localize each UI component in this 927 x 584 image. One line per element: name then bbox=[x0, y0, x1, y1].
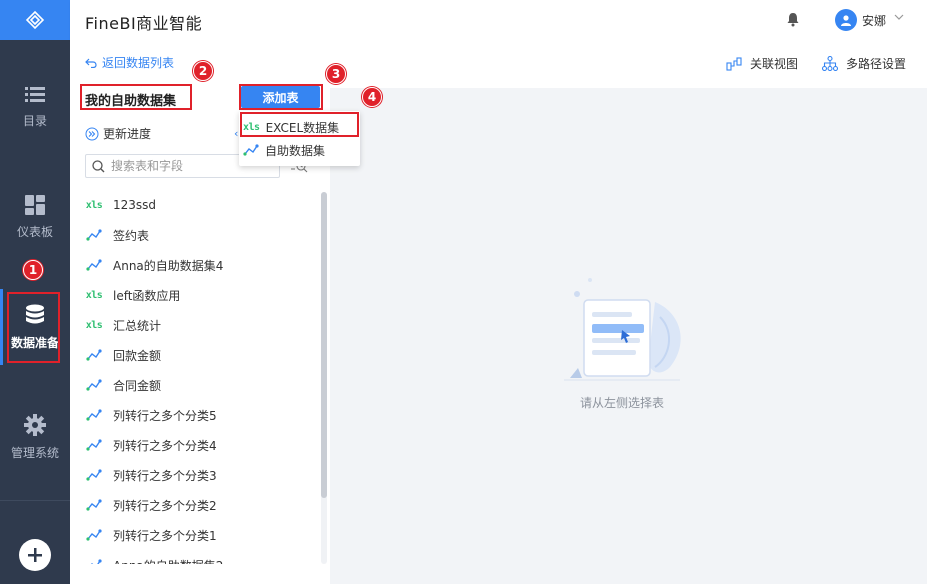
table-list-item[interactable]: xls left函数应用 bbox=[70, 280, 320, 310]
nav-label: 管理系统 bbox=[10, 446, 59, 460]
nav-label: 仪表板 bbox=[16, 225, 53, 239]
plus-icon bbox=[28, 548, 42, 562]
table-name: 列转行之多个分类3 bbox=[113, 468, 217, 483]
annotation-marker-1: 1 bbox=[23, 260, 43, 280]
update-progress-button[interactable]: 更新进度 bbox=[85, 125, 151, 142]
annotation-box-1 bbox=[7, 292, 60, 363]
double-chevron-icon bbox=[85, 127, 99, 140]
annotation-box-4 bbox=[240, 112, 359, 137]
annotation-box-2 bbox=[80, 84, 192, 110]
table-name: 123ssd bbox=[113, 198, 157, 212]
back-to-list-link[interactable]: 返回数据列表 bbox=[85, 54, 174, 71]
user-icon bbox=[841, 15, 851, 26]
selfhelp-dataset-icon bbox=[243, 144, 259, 156]
table-name: Anna的自助数据集2 bbox=[113, 557, 223, 565]
table-list-item[interactable]: xls 汇总统计 bbox=[70, 310, 320, 340]
selfhelp-dataset-icon bbox=[85, 499, 103, 511]
relation-view-icon bbox=[726, 56, 742, 71]
search-icon bbox=[92, 159, 105, 172]
relation-view-button[interactable]: 关联视图 bbox=[726, 55, 798, 72]
list-icon bbox=[25, 87, 45, 102]
table-list: xls 123ssd 签约表 Anna的自助数据集4 xls left函数应用 xls 汇总统… bbox=[70, 190, 320, 564]
table-name: 签约表 bbox=[113, 228, 150, 243]
selfhelp-dataset-icon bbox=[85, 529, 103, 541]
collapse-arrow-icon[interactable]: ‹ bbox=[234, 127, 238, 140]
chevron-down-icon[interactable] bbox=[894, 14, 904, 21]
add-button[interactable] bbox=[19, 539, 51, 571]
table-list-item[interactable]: 列转行之多个分类1 bbox=[70, 520, 320, 550]
empty-state-text: 请从左侧选择表 bbox=[580, 396, 665, 410]
xls-icon: xls bbox=[85, 289, 103, 301]
annotation-marker-3: 3 bbox=[326, 64, 346, 84]
table-name: 列转行之多个分类1 bbox=[113, 528, 217, 543]
selfhelp-dataset-icon bbox=[85, 469, 103, 481]
selfhelp-dataset-icon bbox=[85, 229, 103, 241]
dashboard-icon bbox=[25, 195, 45, 215]
table-list-item[interactable]: 签约表 bbox=[70, 220, 320, 250]
table-name: 汇总统计 bbox=[113, 318, 162, 333]
multipath-label: 多路径设置 bbox=[846, 57, 907, 71]
menu-item-selfhelp-dataset[interactable]: 自助数据集 bbox=[243, 139, 325, 161]
bell-icon[interactable] bbox=[786, 12, 800, 27]
table-list-item[interactable]: 列转行之多个分类5 bbox=[70, 400, 320, 430]
table-name: left函数应用 bbox=[113, 288, 181, 303]
scrollbar[interactable] bbox=[321, 192, 327, 498]
nav-divider bbox=[0, 500, 70, 501]
table-list-item[interactable]: 列转行之多个分类2 bbox=[70, 490, 320, 520]
annotation-box-3 bbox=[239, 84, 323, 110]
nav-item-catalog[interactable]: 目录 bbox=[0, 86, 70, 129]
selfhelp-dataset-icon bbox=[85, 349, 103, 361]
multipath-settings-button[interactable]: 多路径设置 bbox=[822, 55, 906, 72]
xls-icon: xls bbox=[85, 319, 103, 331]
selfhelp-dataset-icon bbox=[85, 259, 103, 271]
table-name: 回款金额 bbox=[113, 348, 162, 363]
annotation-marker-2: 2 bbox=[193, 61, 213, 81]
table-name: Anna的自助数据集4 bbox=[113, 258, 224, 273]
gear-icon bbox=[24, 414, 46, 436]
table-name: 列转行之多个分类5 bbox=[113, 408, 217, 423]
selfhelp-dataset-icon bbox=[85, 559, 103, 564]
undo-arrow-icon bbox=[85, 58, 97, 68]
app-title: FineBI商业智能 bbox=[85, 14, 203, 33]
table-name: 列转行之多个分类4 bbox=[113, 438, 217, 453]
relation-view-label: 关联视图 bbox=[750, 57, 799, 71]
table-list-item[interactable]: 列转行之多个分类3 bbox=[70, 460, 320, 490]
update-progress-label: 更新进度 bbox=[103, 127, 152, 141]
table-list-item[interactable]: 回款金额 bbox=[70, 340, 320, 370]
selfhelp-dataset-icon bbox=[85, 379, 103, 391]
empty-state-illustration bbox=[564, 278, 681, 381]
menu-item-label: 自助数据集 bbox=[265, 143, 326, 158]
app-logo[interactable] bbox=[0, 0, 70, 40]
xls-icon: xls bbox=[85, 199, 103, 211]
top-bar: FineBI商业智能 安娜 bbox=[70, 0, 927, 40]
table-list-item[interactable]: xls 123ssd bbox=[70, 190, 320, 220]
nav-label: 目录 bbox=[22, 114, 47, 128]
table-name: 列转行之多个分类2 bbox=[113, 498, 217, 513]
selfhelp-dataset-icon bbox=[85, 439, 103, 451]
table-list-item[interactable]: Anna的自助数据集4 bbox=[70, 250, 320, 280]
logo-icon bbox=[25, 10, 45, 30]
nav-item-dashboard[interactable]: 仪表板 bbox=[0, 195, 70, 240]
table-list-item[interactable]: Anna的自助数据集2 bbox=[70, 550, 320, 564]
annotation-marker-4: 4 bbox=[362, 87, 382, 107]
avatar[interactable] bbox=[835, 9, 857, 31]
nav-item-management[interactable]: 管理系统 bbox=[0, 414, 70, 461]
table-list-item[interactable]: 列转行之多个分类4 bbox=[70, 430, 320, 460]
main-content: 请从左侧选择表 bbox=[330, 88, 927, 584]
table-list-item[interactable]: 合同金额 bbox=[70, 370, 320, 400]
username[interactable]: 安娜 bbox=[862, 12, 886, 29]
selfhelp-dataset-icon bbox=[85, 409, 103, 421]
hierarchy-icon bbox=[822, 56, 838, 71]
table-name: 合同金额 bbox=[113, 378, 162, 393]
back-link-label: 返回数据列表 bbox=[102, 56, 175, 70]
right-header: 关联视图 多路径设置 bbox=[330, 40, 927, 88]
